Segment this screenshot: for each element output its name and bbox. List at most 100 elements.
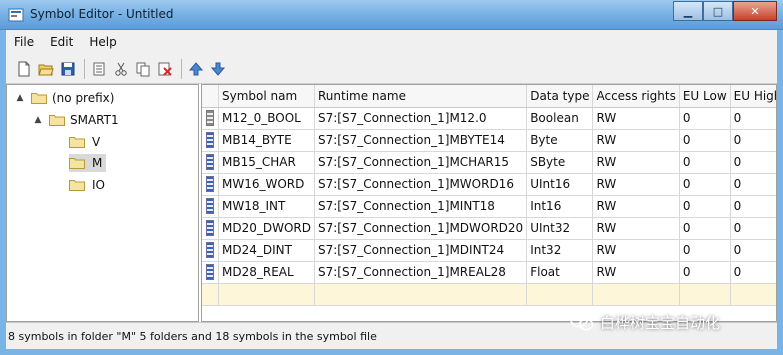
cell-eu-high[interactable]: 0	[730, 107, 776, 130]
cell-access-rights[interactable]: RW	[592, 239, 680, 262]
cell-new-access-rights[interactable]	[592, 283, 680, 306]
save-button[interactable]	[58, 59, 78, 79]
cell-data-type[interactable]: UInt32	[526, 217, 594, 240]
cell-new-symbol-name[interactable]	[218, 283, 315, 306]
cell-access-rights[interactable]: RW	[592, 107, 680, 130]
column-header-data-type[interactable]: Data type	[526, 85, 594, 108]
cell-eu-high[interactable]: 0	[730, 239, 776, 262]
collapse-icon[interactable]: ▲	[33, 115, 43, 125]
cell-eu-high[interactable]: 0	[730, 151, 776, 174]
cell-eu-low[interactable]: 0	[679, 217, 731, 240]
row-selector[interactable]	[202, 129, 219, 152]
cell-eu-low[interactable]: 0	[679, 129, 731, 152]
cell-data-type[interactable]: SByte	[526, 151, 594, 174]
properties-button[interactable]	[89, 59, 109, 79]
collapse-icon[interactable]: ▲	[15, 93, 25, 103]
cell-eu-low[interactable]: 0	[679, 195, 731, 218]
table-row[interactable]: MW18_INT S7:[S7_Connection_1]MINT18 Int1…	[202, 195, 776, 218]
cell-access-rights[interactable]: RW	[592, 217, 680, 240]
delete-button[interactable]	[155, 59, 175, 79]
cell-runtime-name[interactable]: S7:[S7_Connection_1]MBYTE14	[314, 129, 528, 152]
cell-symbol-name[interactable]: MD28_REAL	[218, 261, 315, 284]
row-selector[interactable]	[202, 261, 219, 284]
cell-access-rights[interactable]: RW	[592, 261, 680, 284]
cell-eu-high[interactable]: 0	[730, 173, 776, 196]
tree-node-v[interactable]: V	[69, 133, 100, 151]
cell-runtime-name[interactable]: S7:[S7_Connection_1]M12.0	[314, 107, 528, 130]
cell-data-type[interactable]: Float	[526, 261, 594, 284]
cell-eu-low[interactable]: 0	[679, 107, 731, 130]
cell-access-rights[interactable]: RW	[592, 129, 680, 152]
table-row[interactable]: MD20_DWORD S7:[S7_Connection_1]MDWORD20 …	[202, 217, 776, 240]
cell-new-eu-low[interactable]	[679, 283, 731, 306]
cell-access-rights[interactable]: RW	[592, 173, 680, 196]
menu-edit[interactable]: Edit	[42, 35, 81, 49]
copy-button[interactable]	[133, 59, 153, 79]
cell-data-type[interactable]: UInt16	[526, 173, 594, 196]
cell-access-rights[interactable]: RW	[592, 195, 680, 218]
column-header-eu-high[interactable]: EU High	[730, 85, 776, 108]
folder-tree[interactable]: ▲ (no prefix) ▲ SMART1 V M IO	[6, 84, 199, 322]
tree-node-smart1[interactable]: ▲ SMART1	[33, 111, 119, 129]
cell-symbol-name[interactable]: MB14_BYTE	[218, 129, 315, 152]
tree-node-no-prefix[interactable]: ▲ (no prefix)	[15, 89, 115, 107]
tree-node-m-selected[interactable]: M	[69, 154, 107, 172]
cell-runtime-name[interactable]: S7:[S7_Connection_1]MDWORD20	[314, 217, 528, 240]
cut-button[interactable]	[111, 59, 131, 79]
column-header-access-rights[interactable]: Access rights	[592, 85, 680, 108]
table-row[interactable]: MW16_WORD S7:[S7_Connection_1]MWORD16 UI…	[202, 173, 776, 196]
move-up-button[interactable]	[186, 59, 206, 79]
open-button[interactable]	[36, 59, 56, 79]
cell-symbol-name[interactable]: MW18_INT	[218, 195, 315, 218]
cell-runtime-name[interactable]: S7:[S7_Connection_1]MREAL28	[314, 261, 528, 284]
cell-eu-low[interactable]: 0	[679, 261, 731, 284]
move-down-button[interactable]	[208, 59, 228, 79]
table-row[interactable]: MB15_CHAR S7:[S7_Connection_1]MCHAR15 SB…	[202, 151, 776, 174]
cell-new-runtime-name[interactable]	[314, 283, 528, 306]
row-selector[interactable]	[202, 239, 219, 262]
cell-eu-high[interactable]: 0	[730, 129, 776, 152]
table-row[interactable]: M12_0_BOOL S7:[S7_Connection_1]M12.0 Boo…	[202, 107, 776, 130]
column-header-eu-low[interactable]: EU Low	[679, 85, 731, 108]
row-selector[interactable]	[202, 283, 219, 306]
close-button[interactable]: ✕	[733, 1, 777, 21]
row-selector[interactable]	[202, 195, 219, 218]
new-button[interactable]	[14, 59, 34, 79]
cell-symbol-name[interactable]: MW16_WORD	[218, 173, 315, 196]
table-row[interactable]: MD28_REAL S7:[S7_Connection_1]MREAL28 Fl…	[202, 261, 776, 284]
menu-file[interactable]: File	[6, 35, 42, 49]
cell-eu-high[interactable]: 0	[730, 217, 776, 240]
cell-new-eu-high[interactable]	[730, 283, 776, 306]
row-selector[interactable]	[202, 151, 219, 174]
cell-new-data-type[interactable]	[526, 283, 594, 306]
cell-symbol-name[interactable]: M12_0_BOOL	[218, 107, 315, 130]
cell-symbol-name[interactable]: MD20_DWORD	[218, 217, 315, 240]
cell-symbol-name[interactable]: MD24_DINT	[218, 239, 315, 262]
cell-data-type[interactable]: Int16	[526, 195, 594, 218]
maximize-button[interactable]: □	[703, 1, 733, 21]
new-row[interactable]	[202, 283, 776, 306]
row-selector[interactable]	[202, 173, 219, 196]
cell-eu-high[interactable]: 0	[730, 195, 776, 218]
title-bar[interactable]: Symbol Editor - Untitled ▁ □ ✕	[0, 0, 783, 30]
cell-runtime-name[interactable]: S7:[S7_Connection_1]MWORD16	[314, 173, 528, 196]
minimize-button[interactable]: ▁	[673, 1, 703, 21]
cell-eu-low[interactable]: 0	[679, 151, 731, 174]
cell-eu-low[interactable]: 0	[679, 239, 731, 262]
cell-symbol-name[interactable]: MB15_CHAR	[218, 151, 315, 174]
cell-runtime-name[interactable]: S7:[S7_Connection_1]MINT18	[314, 195, 528, 218]
cell-data-type[interactable]: Int32	[526, 239, 594, 262]
row-selector[interactable]	[202, 107, 219, 130]
table-row[interactable]: MD24_DINT S7:[S7_Connection_1]MDINT24 In…	[202, 239, 776, 262]
tree-node-io[interactable]: IO	[69, 176, 105, 194]
cell-runtime-name[interactable]: S7:[S7_Connection_1]MCHAR15	[314, 151, 528, 174]
column-header-runtime-name[interactable]: Runtime name	[314, 85, 528, 108]
row-selector[interactable]	[202, 217, 219, 240]
table-row[interactable]: MB14_BYTE S7:[S7_Connection_1]MBYTE14 By…	[202, 129, 776, 152]
cell-access-rights[interactable]: RW	[592, 151, 680, 174]
cell-runtime-name[interactable]: S7:[S7_Connection_1]MDINT24	[314, 239, 528, 262]
cell-data-type[interactable]: Boolean	[526, 107, 594, 130]
cell-eu-low[interactable]: 0	[679, 173, 731, 196]
symbol-table[interactable]: Symbol nam Runtime name Data type Access…	[201, 84, 777, 322]
cell-eu-high[interactable]: 0	[730, 261, 776, 284]
